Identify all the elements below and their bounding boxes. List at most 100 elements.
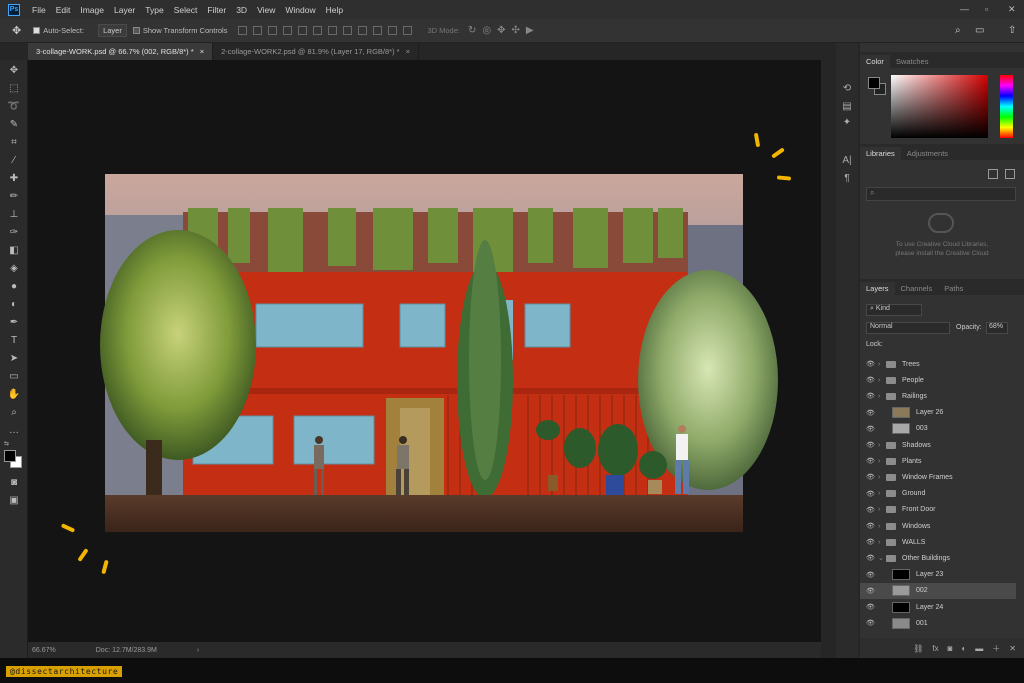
align-left-icon[interactable]	[238, 26, 248, 35]
tab-channels[interactable]: Channels	[895, 282, 939, 295]
visibility-eye-icon[interactable]: 👁	[866, 425, 878, 433]
layer-row[interactable]: 👁 › WALLS	[860, 534, 1016, 550]
layer-row[interactable]: 👁 › People	[860, 372, 1016, 388]
tab-3-collage-work[interactable]: 3-collage-WORK.psd @ 66.7% (002, RGB/8*)…	[28, 43, 214, 60]
move-tool-icon[interactable]: ✥	[12, 24, 21, 37]
layer-row[interactable]: 👁 › Windows	[860, 518, 1016, 534]
rectangle-tool-icon[interactable]: ▭	[6, 370, 22, 384]
close-tab-icon[interactable]: ×	[200, 47, 204, 56]
library-list-view-icon[interactable]	[988, 169, 998, 179]
history-brush-icon[interactable]: ✑	[6, 226, 22, 240]
menu-layer[interactable]: Layer	[114, 5, 135, 15]
swap-colors-icon[interactable]: ⇆	[4, 440, 9, 447]
healing-brush-icon[interactable]: ✚	[6, 172, 22, 186]
search-icon[interactable]: ⌕	[955, 25, 961, 36]
visibility-eye-icon[interactable]: 👁	[866, 522, 878, 530]
restore-icon[interactable]: ▫	[985, 4, 988, 14]
layer-row[interactable]: 👁 Layer 26	[860, 405, 1016, 421]
properties-icon[interactable]: ▤	[841, 101, 853, 115]
distribute-icon[interactable]	[373, 26, 383, 35]
align-middle-icon[interactable]	[298, 26, 308, 35]
tab-libraries[interactable]: Libraries	[860, 147, 901, 160]
tab-2-collage-work2[interactable]: 2-collage-WORK2.psd @ 81.9% (Layer 17, R…	[213, 43, 419, 60]
auto-select-checkbox[interactable]: Auto-Select:	[33, 26, 84, 35]
visibility-eye-icon[interactable]: 👁	[866, 409, 878, 417]
hue-slider[interactable]	[1000, 75, 1013, 138]
chevron-icon[interactable]: ›	[878, 377, 886, 384]
visibility-eye-icon[interactable]: 👁	[866, 490, 878, 498]
visibility-eye-icon[interactable]: 👁	[866, 376, 878, 384]
layer-row[interactable]: 👁 001	[860, 615, 1016, 631]
chevron-icon[interactable]: ›	[878, 442, 886, 449]
quick-mask-icon[interactable]: ◙	[6, 476, 22, 490]
align-top-icon[interactable]	[283, 26, 293, 35]
visibility-eye-icon[interactable]: 👁	[866, 506, 878, 514]
align-bottom-icon[interactable]	[313, 26, 323, 35]
3d-slide-icon[interactable]: ✣	[512, 25, 520, 36]
show-transform-checkbox[interactable]: Show Transform Controls	[132, 26, 227, 35]
distribute-icon[interactable]	[328, 26, 338, 35]
distribute-icon[interactable]	[343, 26, 353, 35]
history-icon[interactable]: ⟲	[841, 83, 853, 97]
layer-row[interactable]: 👁 › Plants	[860, 453, 1016, 469]
visibility-eye-icon[interactable]: 👁	[866, 587, 878, 595]
fx-icon[interactable]: fx	[932, 644, 938, 653]
menu-window[interactable]: Window	[285, 5, 315, 15]
dodge-tool-icon[interactable]: ◐	[6, 298, 22, 312]
chevron-icon[interactable]: ›	[878, 523, 886, 530]
menu-help[interactable]: Help	[326, 5, 343, 15]
chevron-icon[interactable]: ›	[878, 539, 886, 546]
share-icon[interactable]: ⇧	[1008, 25, 1016, 36]
layer-row[interactable]: 👁 › Front Door	[860, 502, 1016, 518]
3d-roll-icon[interactable]: ◎	[482, 25, 491, 36]
tab-color[interactable]: Color	[860, 55, 890, 68]
minimize-icon[interactable]: —	[960, 4, 969, 14]
visibility-eye-icon[interactable]: 👁	[866, 392, 878, 400]
status-arrow-icon[interactable]: ›	[197, 647, 199, 654]
quick-select-icon[interactable]: ✎	[6, 118, 22, 132]
layer-row[interactable]: 👁 › Shadows	[860, 437, 1016, 453]
new-group-icon[interactable]: ▬	[975, 644, 983, 653]
layer-row[interactable]: 👁 Layer 24	[860, 599, 1016, 615]
layer-row[interactable]: 👁 003	[860, 421, 1016, 437]
layer-row[interactable]: 👁 › Ground	[860, 486, 1016, 502]
visibility-eye-icon[interactable]: 👁	[866, 619, 878, 627]
marquee-tool-icon[interactable]: ⬚	[6, 82, 22, 96]
opacity-input[interactable]: 68%	[986, 322, 1008, 334]
zoom-level[interactable]: 66.67%	[32, 647, 56, 654]
app-logo[interactable]: Ps	[8, 3, 20, 16]
visibility-eye-icon[interactable]: 👁	[866, 571, 878, 579]
library-grid-view-icon[interactable]	[1005, 169, 1015, 179]
distribute-icon[interactable]	[403, 26, 413, 35]
visibility-eye-icon[interactable]: 👁	[866, 441, 878, 449]
visibility-eye-icon[interactable]: 👁	[866, 473, 878, 481]
adjustment-layer-icon[interactable]: ◐	[961, 644, 966, 653]
eyedropper-icon[interactable]: ⁄	[6, 154, 22, 168]
paragraph-icon[interactable]: ¶	[841, 173, 853, 187]
canvas-area[interactable]	[28, 60, 821, 642]
new-layer-icon[interactable]: ＋	[992, 643, 1000, 654]
blend-mode-select[interactable]: Normal	[866, 322, 950, 334]
library-search-field[interactable]: ⌕	[866, 187, 1016, 201]
3d-scale-icon[interactable]: ▶	[526, 25, 534, 36]
3d-pan-icon[interactable]: ✥	[497, 25, 505, 36]
visibility-eye-icon[interactable]: 👁	[866, 554, 878, 562]
visibility-eye-icon[interactable]: 👁	[866, 538, 878, 546]
layer-row[interactable]: 👁 002	[860, 582, 1016, 599]
layer-row[interactable]: 👁 › Window Frames	[860, 469, 1016, 485]
chevron-icon[interactable]: ›	[878, 361, 886, 368]
close-icon[interactable]: ✕	[1008, 4, 1016, 15]
chevron-icon[interactable]: ›	[878, 490, 886, 497]
type-tool-icon[interactable]: T	[6, 334, 22, 348]
menu-view[interactable]: View	[257, 5, 275, 15]
tab-adjustments[interactable]: Adjustments	[901, 147, 954, 160]
workspace-icon[interactable]: ▭	[975, 25, 984, 36]
menu-filter[interactable]: Filter	[207, 5, 226, 15]
tab-paths[interactable]: Paths	[938, 282, 969, 295]
chevron-icon[interactable]: ›	[878, 458, 886, 465]
add-mask-icon[interactable]: ◙	[948, 644, 953, 653]
paint-bucket-icon[interactable]: ◈	[6, 262, 22, 276]
chevron-icon[interactable]: ›	[878, 393, 886, 400]
align-right-icon[interactable]	[268, 26, 278, 35]
foreground-color-swatch[interactable]	[868, 77, 880, 89]
